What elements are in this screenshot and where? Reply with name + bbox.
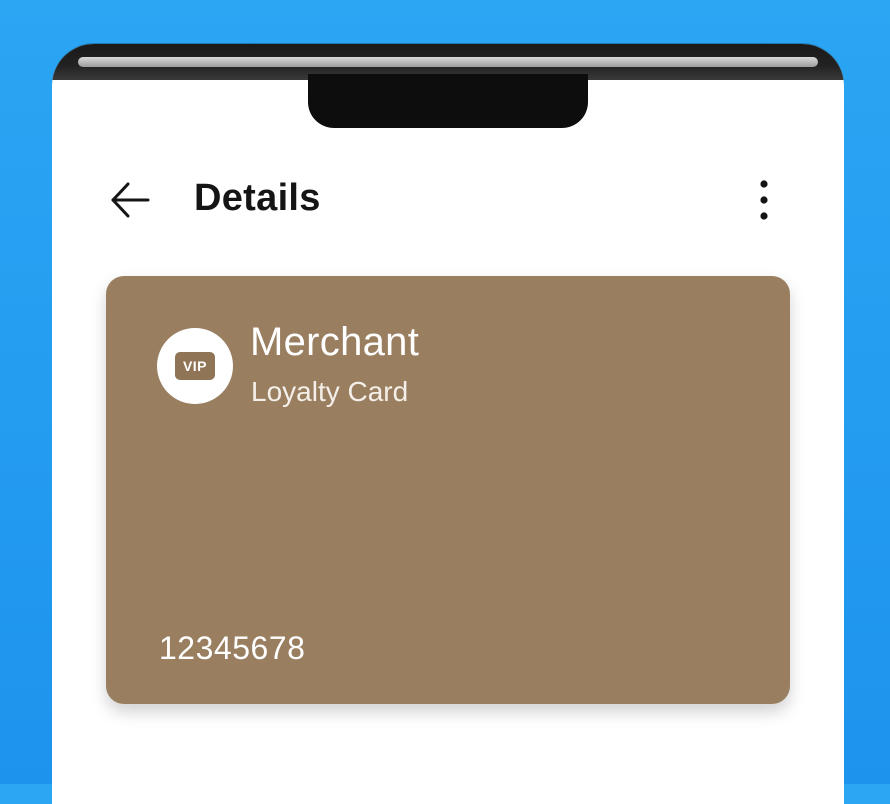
merchant-name: Merchant bbox=[250, 320, 420, 364]
phone-screen: Details VIP Merchant Loyalty Card 123456… bbox=[52, 44, 844, 804]
more-options-button[interactable] bbox=[746, 174, 782, 226]
card-type-label: Loyalty Card bbox=[251, 376, 409, 407]
card-number: 12345678 bbox=[159, 630, 306, 666]
page-title: Details bbox=[194, 177, 321, 219]
app-bar: Details bbox=[52, 164, 844, 236]
merchant-logo: VIP bbox=[157, 328, 233, 404]
camera-notch bbox=[308, 74, 588, 128]
bezel-highlight bbox=[78, 57, 818, 67]
back-button[interactable] bbox=[104, 174, 156, 226]
more-vertical-icon bbox=[760, 180, 768, 220]
vip-badge-icon: VIP bbox=[175, 352, 215, 380]
loyalty-card[interactable]: VIP Merchant Loyalty Card 12345678 bbox=[106, 276, 790, 704]
arrow-left-icon bbox=[111, 182, 150, 218]
